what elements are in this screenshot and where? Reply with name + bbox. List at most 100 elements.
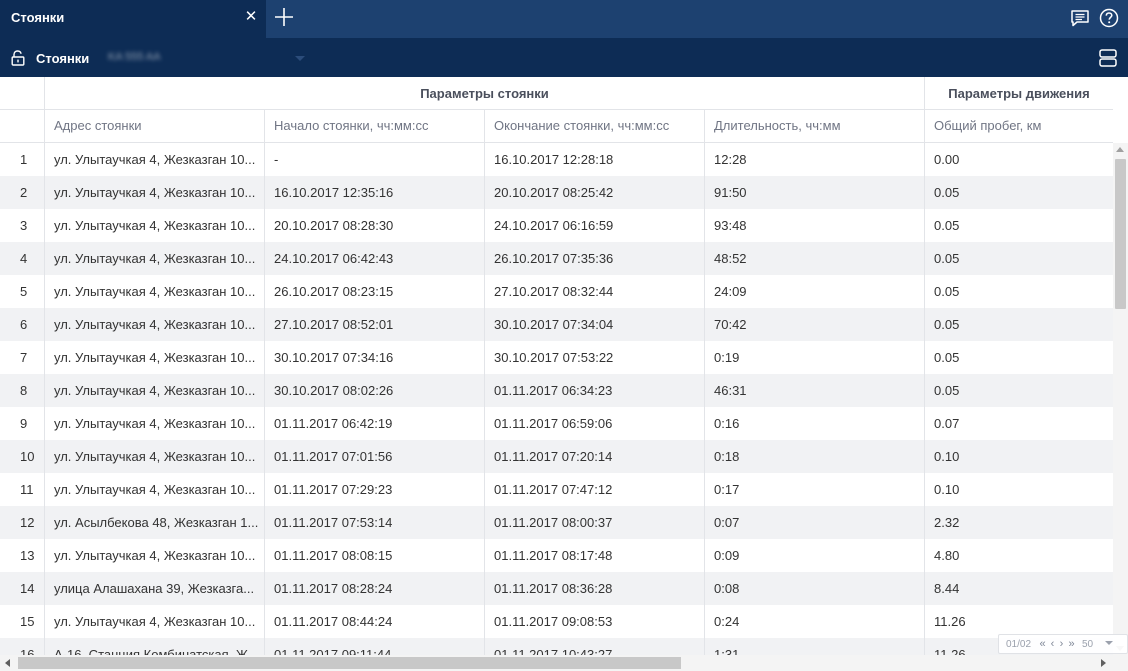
report-title: Стоянки <box>36 51 90 66</box>
chevron-down-icon <box>295 56 305 61</box>
duration-cell: 93:48 <box>705 209 925 242</box>
unit-select[interactable]: KA 555 AA <box>104 49 309 67</box>
vertical-scrollbar[interactable] <box>1113 143 1128 655</box>
address-cell: ул. Улытаучкая 4, Жезказган 10... <box>45 275 265 308</box>
table-row[interactable]: 2 ул. Улытаучкая 4, Жезказган 10... 16.10.… <box>0 176 1113 209</box>
duration-cell: 0:18 <box>705 440 925 473</box>
row-index-cell: 1 <box>0 143 45 176</box>
table-row[interactable]: 14 улица Алашахана 39, Жезказга... 01.11.2… <box>0 572 1113 605</box>
duration-cell: 1:31 <box>705 638 925 655</box>
close-tab-icon[interactable]: ✕ <box>243 8 259 26</box>
address-cell: ул. Улытаучкая 4, Жезказган 10... <box>45 374 265 407</box>
table-row[interactable]: 11 ул. Улытаучкая 4, Жезказган 10... 01.11… <box>0 473 1113 506</box>
start-time-cell: 01.11.2017 07:01:56 <box>265 440 485 473</box>
mileage-cell: 0.05 <box>934 284 960 299</box>
start-time-cell: 26.10.2017 08:23:15 <box>265 275 485 308</box>
start-time-cell: 30.10.2017 07:34:16 <box>265 341 485 374</box>
page-size-select[interactable]: 50 <box>1082 639 1093 650</box>
end-time-cell: 01.11.2017 07:47:12 <box>485 473 705 506</box>
chat-icon[interactable] <box>1070 8 1090 28</box>
table-row[interactable]: 13 ул. Улытаучкая 4, Жезказган 10... 01.11… <box>0 539 1113 572</box>
table-row[interactable]: 1 ул. Улытаучкая 4, Жезказган 10... -16.10… <box>0 143 1113 176</box>
tab-parkings[interactable]: Стоянки ✕ <box>0 0 266 38</box>
column-header-start[interactable]: Начало стоянки, чч:мм:сс <box>265 110 485 142</box>
mileage-cell: 0.05 <box>934 350 960 365</box>
column-header-address[interactable]: Адрес стоянки <box>45 110 265 142</box>
end-time-cell: 20.10.2017 08:25:42 <box>485 176 705 209</box>
mileage-cell: 0.05 <box>934 251 960 266</box>
end-time-cell: 30.10.2017 07:34:04 <box>485 308 705 341</box>
prev-page-button[interactable]: ‹ <box>1048 637 1057 651</box>
start-time-cell: 01.11.2017 09:11:44 <box>265 638 485 655</box>
add-tab-icon[interactable] <box>274 5 294 29</box>
first-page-button[interactable]: « <box>1038 637 1047 651</box>
column-header-row: Адрес стоянки Начало стоянки, чч:мм:сс О… <box>0 110 1113 143</box>
chevron-down-icon[interactable] <box>1105 641 1113 645</box>
end-time-cell: 01.11.2017 08:00:37 <box>485 506 705 539</box>
tab-bar: Стоянки ✕ <box>0 0 1128 38</box>
address-cell: А-16, Станция Комбинатская, Ж... <box>45 638 265 655</box>
scroll-right-icon[interactable] <box>1101 659 1106 667</box>
start-time-cell: 30.10.2017 08:02:26 <box>265 374 485 407</box>
scroll-up-icon[interactable] <box>1116 147 1124 152</box>
end-time-cell: 01.11.2017 08:36:28 <box>485 572 705 605</box>
horizontal-scroll-thumb[interactable] <box>18 657 681 669</box>
table-row[interactable]: 12 ул. Асылбекова 48, Жезказган 1... 01.11… <box>0 506 1113 539</box>
horizontal-scrollbar[interactable] <box>0 655 1128 671</box>
mileage-cell: 0.05 <box>934 317 960 332</box>
unit-select-value: KA 555 AA <box>108 51 161 63</box>
start-time-cell: 01.11.2017 08:44:24 <box>265 605 485 638</box>
end-time-cell: 01.11.2017 06:34:23 <box>485 374 705 407</box>
end-time-cell: 16.10.2017 12:28:18 <box>485 143 705 176</box>
last-page-button[interactable]: » <box>1067 637 1076 651</box>
end-time-cell: 01.11.2017 08:17:48 <box>485 539 705 572</box>
layout-toggle-icon[interactable] <box>1098 48 1118 68</box>
next-page-button[interactable]: › <box>1057 637 1066 651</box>
column-header-duration[interactable]: Длительность, чч:мм <box>705 110 925 142</box>
row-index-cell: 14 <box>0 572 45 605</box>
parkings-table: Параметры стоянки Параметры движения Адр… <box>0 77 1113 655</box>
duration-cell: 0:07 <box>705 506 925 539</box>
table-row[interactable]: 8 ул. Улытаучкая 4, Жезказган 10... 30.10.… <box>0 374 1113 407</box>
start-time-cell: 01.11.2017 07:29:23 <box>265 473 485 506</box>
table-row[interactable]: 15 ул. Улытаучкая 4, Жезказган 10... 01.11… <box>0 605 1113 638</box>
table-row[interactable]: 6 ул. Улытаучкая 4, Жезказган 10... 27.10.… <box>0 308 1113 341</box>
table-row[interactable]: 7 ул. Улытаучкая 4, Жезказган 10... 30.10.… <box>0 341 1113 374</box>
address-cell: ул. Улытаучкая 4, Жезказган 10... <box>45 176 265 209</box>
address-cell: улица Алашахана 39, Жезказга... <box>45 572 265 605</box>
pager: 01/02 « ‹ › » 50 <box>998 634 1128 654</box>
address-cell: ул. Улытаучкая 4, Жезказган 10... <box>45 209 265 242</box>
table-row[interactable]: 5 ул. Улытаучкая 4, Жезказган 10... 26.10.… <box>0 275 1113 308</box>
column-header-mileage[interactable]: Общий пробег, км <box>925 110 1113 142</box>
row-index-cell: 3 <box>0 209 45 242</box>
table-row[interactable]: 9 ул. Улытаучкая 4, Жезказган 10... 01.11.… <box>0 407 1113 440</box>
vertical-scroll-thumb[interactable] <box>1115 159 1126 309</box>
mileage-cell: 8.44 <box>934 581 960 596</box>
help-icon[interactable] <box>1099 8 1119 28</box>
duration-cell: 0:24 <box>705 605 925 638</box>
table-row[interactable]: 3 ул. Улытаучкая 4, Жезказган 10... 20.10.… <box>0 209 1113 242</box>
table-row[interactable]: 4 ул. Улытаучкая 4, Жезказган 10... 24.10.… <box>0 242 1113 275</box>
row-index-cell: 10 <box>0 440 45 473</box>
table-row[interactable]: 16 А-16, Станция Комбинатская, Ж... 01.11.… <box>0 638 1113 655</box>
row-index-cell: 5 <box>0 275 45 308</box>
mileage-cell: 2.32 <box>934 515 960 530</box>
row-index-cell: 8 <box>0 374 45 407</box>
address-cell: ул. Улытаучкая 4, Жезказган 10... <box>45 143 265 176</box>
row-index-cell: 9 <box>0 407 45 440</box>
end-time-cell: 01.11.2017 07:20:14 <box>485 440 705 473</box>
scroll-left-icon[interactable] <box>5 659 10 667</box>
end-time-cell: 01.11.2017 10:43:27 <box>485 638 705 655</box>
duration-cell: 0:08 <box>705 572 925 605</box>
start-time-cell: 01.11.2017 07:53:14 <box>265 506 485 539</box>
column-header-end[interactable]: Окончание стоянки, чч:мм:сс <box>485 110 705 142</box>
address-cell: ул. Асылбекова 48, Жезказган 1... <box>45 506 265 539</box>
start-time-cell: 24.10.2017 06:42:43 <box>265 242 485 275</box>
duration-cell: 0:17 <box>705 473 925 506</box>
mileage-cell: 0.10 <box>934 449 960 464</box>
table-row[interactable]: 10 ул. Улытаучкая 4, Жезказган 10... 01.11… <box>0 440 1113 473</box>
lock-open-icon[interactable] <box>11 50 25 66</box>
mileage-cell: 0.00 <box>934 152 960 167</box>
row-index-cell: 7 <box>0 341 45 374</box>
row-index-cell: 6 <box>0 308 45 341</box>
